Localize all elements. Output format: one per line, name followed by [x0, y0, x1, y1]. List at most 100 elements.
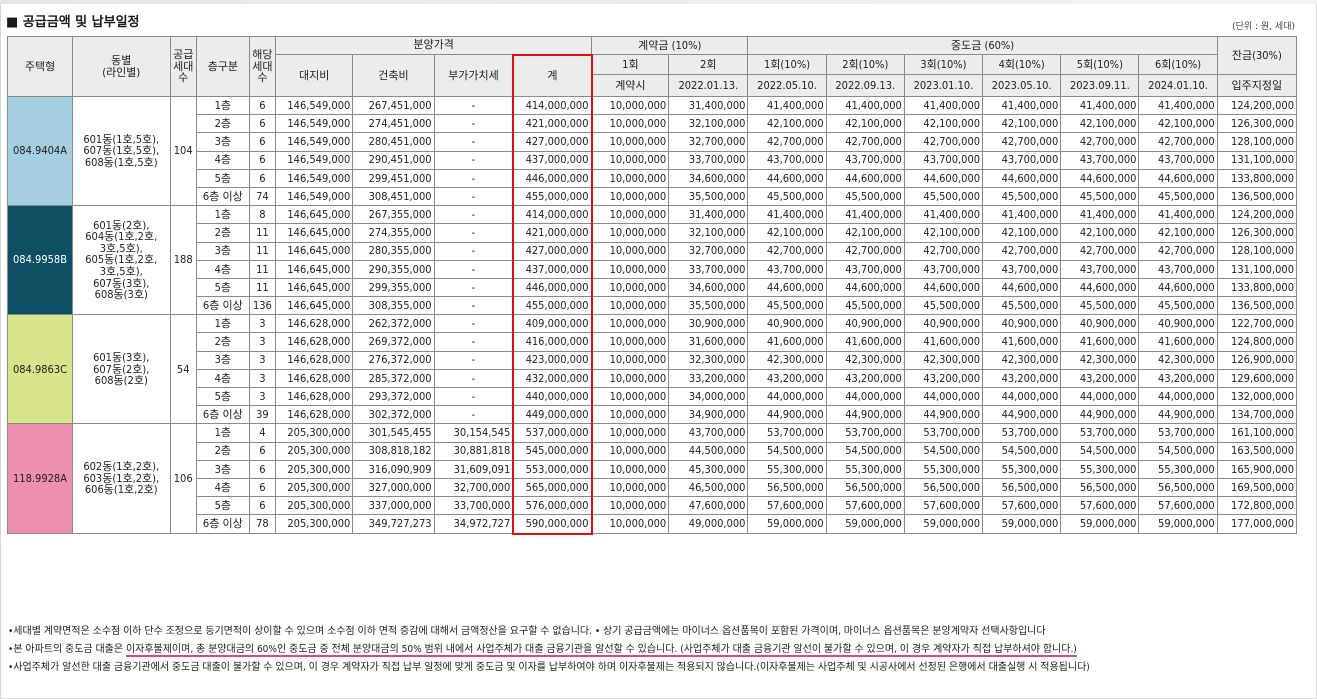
table-cell: 146,628,000: [275, 350, 354, 370]
table-cell: 43,200,000: [825, 368, 905, 389]
table-cell: 5층: [195, 168, 250, 188]
table-cell: 59,000,000: [825, 514, 905, 534]
table-cell: 45,500,000: [1060, 186, 1140, 207]
table-cell: 327,000,000: [352, 477, 435, 498]
table-cell: 10,000,000: [591, 459, 670, 479]
table-cell: 43,700,000: [747, 259, 827, 279]
table-cell: 172,800,000: [1216, 496, 1298, 516]
table-cell: 44,900,000: [903, 405, 984, 425]
table-cell: 43,700,000: [903, 150, 984, 170]
table-cell: 31,609,091: [433, 459, 514, 479]
table-cell: 42,700,000: [1060, 132, 1140, 152]
note-2: •본 아파트의 중도금 대출은 이자후불제이며, 총 분양대금의 60%인 중도…: [8, 641, 1308, 659]
header-middle-3-date: 2023.01.10.: [903, 74, 984, 97]
table-cell: 45,500,000: [1060, 296, 1140, 316]
table-cell: 337,000,000: [352, 496, 435, 516]
note-2-prefix: •본 아파트의 중도금 대출은: [8, 644, 126, 655]
schedule-table: 주택형 동별 (라인별) 공급 세대 수 층구분 해당 세대 수 분양가격 계약…: [7, 36, 1298, 535]
table-cell: 40,900,000: [747, 314, 827, 334]
table-cell: 146,628,000: [275, 368, 354, 389]
table-cell: 53,700,000: [1138, 423, 1218, 443]
table-row: 084.9863C 601동(3호), 607동(2호), 608동(2호) 54 1…: [7, 314, 1298, 425]
table-cell: 437,000,000: [512, 259, 593, 279]
table-cell: 131,100,000: [1216, 150, 1298, 170]
table-cell: 1층: [195, 95, 250, 116]
note-2-highlight: 이자후불제이며, 총 분양대금의 60%인 중도금 중 전체 분양대금의 50%…: [125, 644, 1077, 657]
table-cell: -: [433, 296, 514, 316]
table-cell: 205,300,000: [275, 423, 354, 443]
table-cell: 42,100,000: [747, 114, 827, 134]
table-cell: 46,500,000: [668, 477, 749, 498]
table-cell: 421,000,000: [512, 223, 593, 243]
header-contract: 계약금 (10%): [591, 36, 749, 55]
table-cell: 267,355,000: [352, 205, 435, 225]
schedule-body: 084.9404A 601동(1호,5호), 607동(1호,5호), 608동(…: [7, 95, 1298, 535]
table-cell: 44,600,000: [903, 168, 984, 188]
table-cell: -: [433, 386, 514, 407]
table-cell: -: [433, 186, 514, 207]
table-row: 4층 3 146,628,000 285,372,000-432,000,000 10,…: [8, 368, 1298, 389]
table-cell: 41,600,000: [982, 332, 1062, 352]
table-cell: 10,000,000: [591, 150, 670, 170]
table-cell: 33,700,000: [668, 150, 749, 170]
table-cell: 56,500,000: [747, 477, 827, 498]
unit-type-cell: 084.9863C: [7, 314, 73, 425]
table-cell: 133,800,000: [1216, 277, 1298, 298]
table-cell: 126,300,000: [1216, 114, 1298, 134]
table-cell: 285,372,000: [352, 368, 435, 389]
table-cell: -: [433, 95, 514, 116]
table-cell: 169,500,000: [1216, 477, 1298, 498]
table-cell: 316,090,909: [352, 459, 435, 479]
table-cell: 10,000,000: [591, 132, 670, 152]
table-cell: 280,355,000: [352, 241, 435, 261]
notes: •세대별 계약면적은 소수점 이하 단수 조정으로 등기면적이 상이할 수 있으…: [8, 623, 1308, 677]
table-cell: 267,451,000: [352, 95, 435, 116]
table-cell: 146,628,000: [275, 386, 354, 407]
supply-count-cell: 188: [169, 205, 197, 316]
table-cell: 146,549,000: [275, 132, 354, 152]
unit-type-cell: 084.9958B: [7, 205, 73, 316]
table-cell: 576,000,000: [512, 496, 593, 516]
table-cell: 2층: [195, 332, 250, 352]
table-cell: 43,700,000: [1138, 150, 1218, 170]
table-cell: 553,000,000: [512, 459, 593, 479]
table-cell: -: [433, 405, 514, 425]
table-cell: 6층 이상: [195, 186, 250, 207]
table-cell: 74: [248, 186, 277, 207]
table-row: 3층 3 146,628,000 276,372,000-423,000,000 10,…: [8, 350, 1298, 370]
table-cell: 42,700,000: [825, 241, 905, 261]
table-cell: 42,100,000: [903, 114, 984, 134]
table-cell: 45,500,000: [1138, 186, 1218, 207]
table-cell: 42,100,000: [825, 223, 905, 243]
table-cell: 53,700,000: [1060, 423, 1140, 443]
table-cell: -: [433, 132, 514, 152]
supply-count-cell: 54: [169, 314, 197, 425]
table-cell: 41,600,000: [903, 332, 984, 352]
table-cell: 42,100,000: [903, 223, 984, 243]
table-cell: 31,400,000: [668, 205, 749, 225]
table-cell: 427,000,000: [512, 132, 593, 152]
table-cell: 414,000,000: [512, 95, 593, 116]
table-cell: 30,900,000: [668, 314, 749, 334]
table-cell: 537,000,000: [512, 423, 593, 443]
table-cell: 269,372,000: [352, 332, 435, 352]
table-cell: 39: [248, 405, 277, 425]
table-row: 5층 11 146,645,000 299,355,000-446,000,000 10…: [8, 277, 1298, 298]
header-middle-2-date: 2022.09.13.: [825, 74, 905, 97]
table-cell: 10,000,000: [591, 168, 670, 188]
table-cell: 10,000,000: [591, 441, 670, 461]
table-cell: 446,000,000: [512, 168, 593, 188]
table-cell: 416,000,000: [512, 332, 593, 352]
table-cell: 43,700,000: [668, 423, 749, 443]
table-cell: 10,000,000: [591, 368, 670, 389]
table-cell: 42,300,000: [982, 350, 1062, 370]
table-cell: 55,300,000: [1060, 459, 1140, 479]
table-cell: 205,300,000: [275, 459, 354, 479]
table-cell: 44,600,000: [903, 277, 984, 298]
table-cell: 41,400,000: [982, 205, 1062, 225]
table-cell: 53,700,000: [982, 423, 1062, 443]
table-cell: 45,500,000: [1138, 296, 1218, 316]
table-cell: 4층: [195, 477, 250, 498]
table-cell: 446,000,000: [512, 277, 593, 298]
table-cell: 44,600,000: [1138, 168, 1218, 188]
